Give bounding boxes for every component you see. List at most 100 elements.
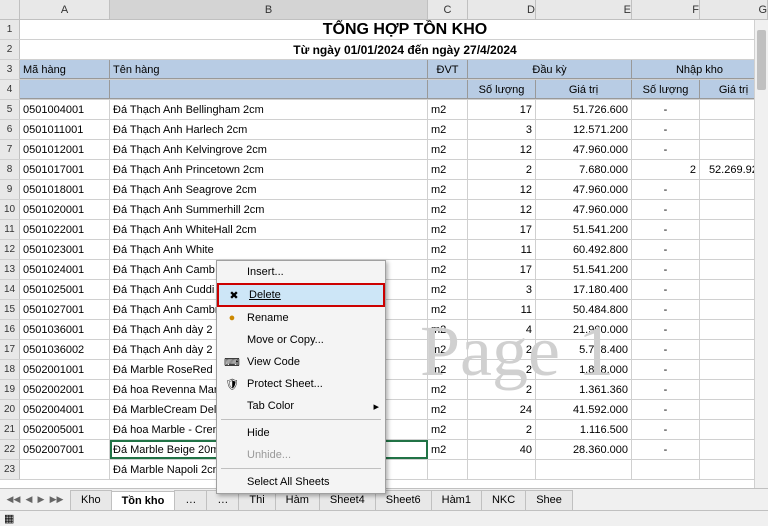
cell-code[interactable]: 0502005001 [20,420,110,439]
col-A[interactable]: A [20,0,110,19]
ctx-hide[interactable]: Hide [217,422,385,444]
row-header[interactable]: 11 [0,220,20,239]
row-header[interactable]: 17 [0,340,20,359]
cell-name[interactable]: Đá Thạch Anh Seagrove 2cm [110,180,428,199]
cell-qty2[interactable] [632,460,700,479]
col-F[interactable]: F [632,0,700,19]
sheet-tab[interactable]: Hàm1 [431,490,482,510]
cell-qty[interactable]: 2 [468,360,536,379]
row-header[interactable]: 2 [0,40,20,59]
cell-value[interactable]: 1.848.000 [536,360,632,379]
cell-qty2[interactable]: - [632,260,700,279]
cell-unit[interactable]: m2 [428,320,468,339]
cell-qty[interactable]: 12 [468,140,536,159]
ctx-move[interactable]: Move or Copy... [217,329,385,351]
cell-unit[interactable]: m2 [428,400,468,419]
cell-value[interactable]: 51.541.200 [536,260,632,279]
ctx-insert[interactable]: Insert... [217,261,385,283]
cell-qty[interactable]: 4 [468,320,536,339]
sheet-tab[interactable]: Shee [525,490,573,510]
row-header[interactable]: 12 [0,240,20,259]
cell-qty2[interactable]: - [632,300,700,319]
row-header[interactable]: 9 [0,180,20,199]
cell-unit[interactable]: m2 [428,380,468,399]
col-C[interactable]: C [428,0,468,19]
row-header[interactable]: 13 [0,260,20,279]
cell-unit[interactable]: m2 [428,180,468,199]
ctx-rename[interactable]: ●Rename [217,307,385,329]
row-header[interactable]: 3 [0,60,20,79]
cell-code[interactable]: 0501022001 [20,220,110,239]
cell-name[interactable]: Đá Thạch Anh Princetown 2cm [110,160,428,179]
cell-unit[interactable]: m2 [428,360,468,379]
row-header[interactable]: 1 [0,20,20,39]
cell-value[interactable]: 1.116.500 [536,420,632,439]
cell-unit[interactable]: m2 [428,280,468,299]
col-E[interactable]: E [536,0,632,19]
cell-value[interactable]: 1.361.360 [536,380,632,399]
cell-unit[interactable]: m2 [428,340,468,359]
cell-code[interactable]: 0501018001 [20,180,110,199]
sheet-tab[interactable]: … [174,490,207,510]
cell-code[interactable]: 0501012001 [20,140,110,159]
cell-qty2[interactable]: - [632,420,700,439]
cell-qty2[interactable]: - [632,220,700,239]
cell-value[interactable]: 41.592.000 [536,400,632,419]
cell-qty2[interactable]: - [632,380,700,399]
cell-code[interactable]: 0501017001 [20,160,110,179]
cell-value[interactable]: 17.180.400 [536,280,632,299]
ctx-select-all[interactable]: Select All Sheets [217,471,385,493]
cell-qty[interactable]: 40 [468,440,536,459]
cell-code[interactable]: 0501011001 [20,120,110,139]
cell-value[interactable]: 50.484.800 [536,300,632,319]
cell-unit[interactable]: m2 [428,140,468,159]
row-header[interactable]: 19 [0,380,20,399]
cell-value[interactable]: 7.680.000 [536,160,632,179]
row-header[interactable]: 23 [0,460,20,479]
row-header[interactable]: 16 [0,320,20,339]
col-G[interactable]: G [700,0,768,19]
cell-qty[interactable]: 17 [468,260,536,279]
ctx-unhide[interactable]: Unhide... [217,444,385,466]
cell-qty[interactable]: 3 [468,280,536,299]
cell-value[interactable]: 28.360.000 [536,440,632,459]
cell-code[interactable]: 0501024001 [20,260,110,279]
cell-code[interactable]: 0502007001 [20,440,110,459]
cell-qty[interactable]: 12 [468,180,536,199]
cell-value[interactable]: 47.960.000 [536,180,632,199]
cell-value[interactable]: 47.960.000 [536,140,632,159]
cell-qty2[interactable]: - [632,200,700,219]
row-header[interactable]: 6 [0,120,20,139]
row-header[interactable]: 5 [0,100,20,119]
cell-name[interactable]: Đá Thạch Anh WhiteHall 2cm [110,220,428,239]
cell-qty2[interactable]: - [632,280,700,299]
cell-qty[interactable]: 2 [468,340,536,359]
ctx-view-code[interactable]: ⌨View Code [217,351,385,373]
row-header[interactable]: 15 [0,300,20,319]
row-header[interactable]: 20 [0,400,20,419]
cell-qty[interactable] [468,460,536,479]
vertical-scrollbar[interactable] [754,20,768,488]
ctx-protect[interactable]: 🛡Protect Sheet... [217,373,385,395]
ctx-tab-color[interactable]: Tab Color▸ [217,395,385,417]
row-header[interactable]: 14 [0,280,20,299]
cell-value[interactable]: 12.571.200 [536,120,632,139]
cell-code[interactable]: 0501023001 [20,240,110,259]
cell-value[interactable]: 60.492.800 [536,240,632,259]
cell-unit[interactable]: m2 [428,160,468,179]
row-header[interactable]: 18 [0,360,20,379]
cell-value[interactable]: 47.960.000 [536,200,632,219]
cell-unit[interactable]: m2 [428,260,468,279]
cell-qty2[interactable]: - [632,240,700,259]
row-header[interactable]: 7 [0,140,20,159]
row-header[interactable]: 8 [0,160,20,179]
ctx-delete[interactable]: ✖Delete [217,283,385,307]
cell-unit[interactable]: m2 [428,100,468,119]
cell-qty2[interactable]: - [632,400,700,419]
cell-qty[interactable]: 3 [468,120,536,139]
cell-qty[interactable]: 11 [468,300,536,319]
cell-value[interactable]: 51.541.200 [536,220,632,239]
cell-value[interactable]: 21.900.000 [536,320,632,339]
tab-nav[interactable]: ◀◀◀▶▶▶ [0,494,70,505]
cell-code[interactable]: 0501036001 [20,320,110,339]
